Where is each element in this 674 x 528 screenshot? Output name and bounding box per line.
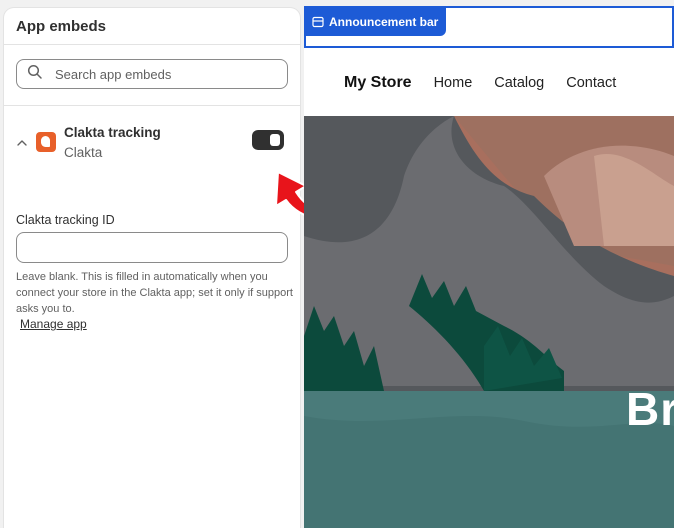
announcement-bar-label: Announcement bar — [329, 15, 439, 29]
section-icon — [312, 16, 324, 28]
nav-home[interactable]: Home — [434, 75, 473, 91]
tracking-id-label: Clakta tracking ID — [16, 213, 115, 227]
nav-contact[interactable]: Contact — [566, 75, 616, 91]
app-embed-row[interactable]: Clakta tracking Clakta — [4, 106, 300, 176]
embed-vendor: Clakta — [64, 145, 103, 160]
panel-title: App embeds — [16, 17, 107, 35]
theme-preview: Announcement bar My Store Home Catalog C… — [304, 6, 674, 528]
announcement-bar-section[interactable]: Announcement bar — [304, 6, 674, 48]
tracking-id-input[interactable] — [16, 232, 288, 263]
embed-enable-toggle[interactable] — [252, 130, 284, 150]
hero-heading: Br — [626, 383, 674, 435]
store-name[interactable]: My Store — [344, 74, 412, 92]
chevron-up-icon[interactable] — [16, 136, 28, 148]
search-box[interactable] — [16, 59, 288, 89]
hero-banner-image — [304, 116, 674, 528]
nav-catalog[interactable]: Catalog — [494, 75, 544, 91]
manage-app-link[interactable]: Manage app — [20, 317, 87, 331]
clakta-app-icon — [36, 132, 56, 152]
search-input[interactable] — [53, 65, 257, 83]
embed-name: Clakta tracking — [64, 125, 161, 140]
tracking-id-help-text: Leave blank. This is filled in automatic… — [16, 271, 293, 315]
store-header: My Store Home Catalog Contact — [304, 68, 674, 98]
search-container — [4, 45, 300, 106]
announcement-bar-tag[interactable]: Announcement bar — [306, 8, 447, 36]
panel-header: App embeds — [4, 8, 300, 45]
app-embeds-panel: App embeds Clakta tracking Clakta Clakta… — [4, 8, 300, 528]
search-icon — [27, 64, 43, 85]
